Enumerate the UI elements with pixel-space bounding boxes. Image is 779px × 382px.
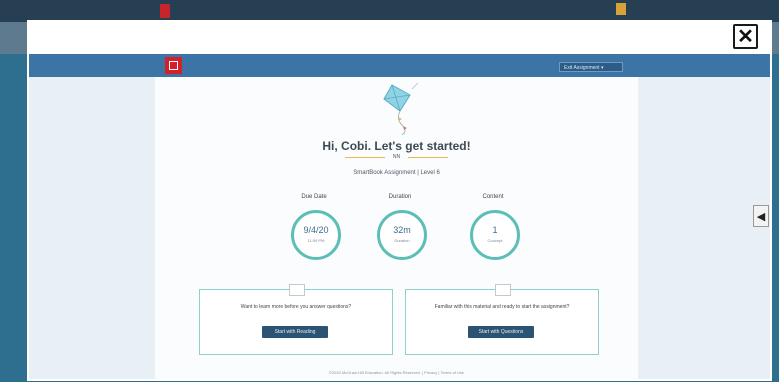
content-sub: Concept (487, 238, 503, 243)
course-code: NN (392, 154, 401, 160)
side-panel-toggle[interactable]: ◀ (753, 205, 769, 227)
start-with-reading-button[interactable]: Start with Reading (262, 326, 328, 338)
kite-icon (383, 82, 419, 135)
course-code-row: NN (155, 154, 638, 160)
assignment-subtitle: SmartBook Assignment | Level 6 (353, 170, 440, 176)
greeting-title: Hi, Cobi. Let's get started! (322, 139, 471, 153)
mcgraw-hill-logo (165, 57, 182, 74)
divider (408, 156, 449, 158)
reading-card: Want to learn more before you answer que… (199, 284, 393, 355)
close-icon: ✕ (737, 25, 754, 48)
pencil-icon (495, 284, 511, 296)
app-bar: Exit Assignment ▾ (29, 54, 770, 77)
background-avatar (616, 3, 626, 15)
intro-panel: Hi, Cobi. Let's get started! NN SmartBoo… (155, 77, 638, 379)
due-date-value: 9/4/20 (303, 225, 329, 235)
book-icon (289, 284, 305, 296)
assignment-frame: Exit Assignment ▾ Hi, Cobi. Let's get st… (29, 54, 770, 379)
exit-assignment-button[interactable]: Exit Assignment ▾ (559, 62, 623, 72)
background-logo (160, 4, 170, 18)
due-date-time: 11:59 PM (307, 238, 325, 243)
content-circle: 1 Concept (470, 210, 520, 260)
close-button[interactable]: ✕ (733, 24, 758, 49)
content-value: 1 (492, 225, 498, 235)
due-date-circle: 9/4/20 11:59 PM (291, 210, 341, 260)
duration-value: 32m (393, 225, 411, 235)
stat-label-duration: Duration (388, 194, 412, 200)
footer: ©2020 McGraw-Hill Education. All Rights … (329, 370, 464, 375)
chevron-left-icon: ◀ (756, 210, 766, 223)
divider (344, 156, 385, 158)
background-header (0, 0, 779, 22)
reading-question: Want to learn more before you answer que… (240, 304, 352, 310)
duration-circle: 32m Duration (377, 210, 427, 260)
start-with-questions-button[interactable]: Start with Questions (468, 326, 534, 338)
questions-question: Familiar with this material and ready to… (434, 304, 570, 310)
stat-label-due-date: Due Date (301, 194, 327, 200)
questions-card: Familiar with this material and ready to… (405, 284, 599, 355)
stat-label-content: Content (482, 194, 504, 200)
duration-sub: Duration (394, 238, 410, 243)
